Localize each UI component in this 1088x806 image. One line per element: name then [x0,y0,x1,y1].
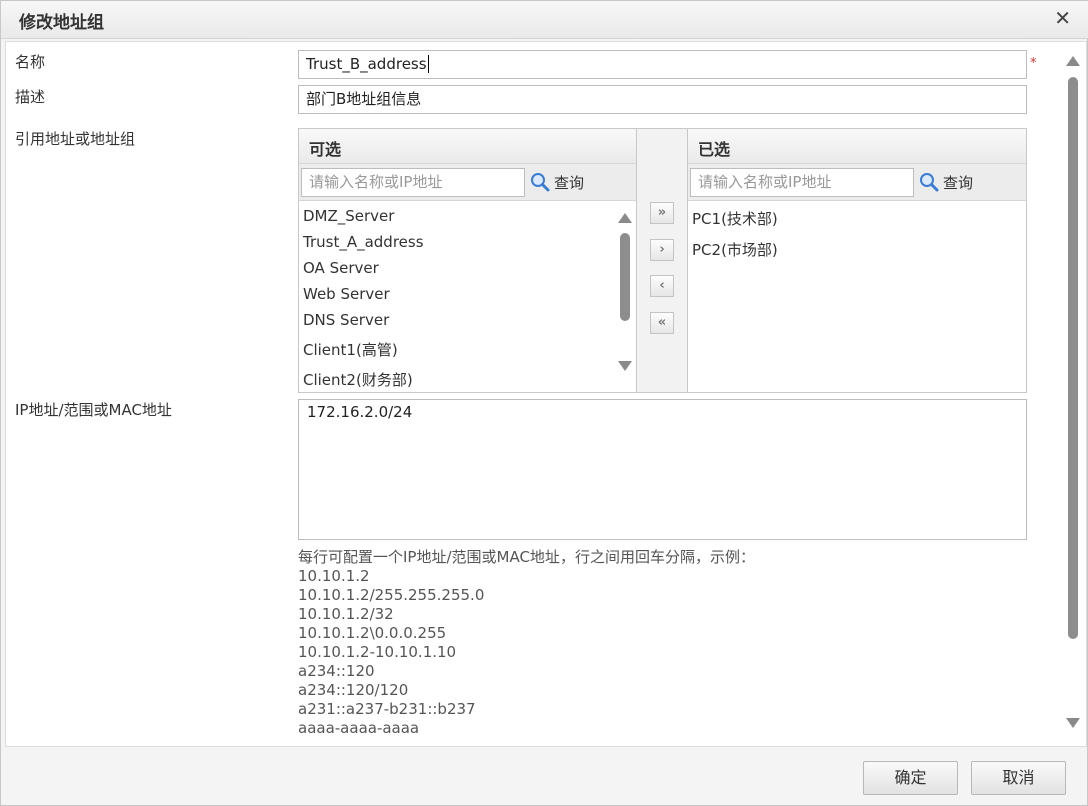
selected-search-button[interactable]: 查询 [919,170,973,194]
selected-panel: 已选 请输入名称或IP地址 查询 PC1(技术部) PC2(市场部) [687,128,1027,393]
description-input-value: 部门B地址组信息 [306,90,422,108]
selected-search-bar: 请输入名称或IP地址 查询 [688,164,1026,201]
selected-panel-header: 已选 [688,129,1026,164]
hint-example: 10.10.1.2/255.255.255.0 [298,586,485,604]
list-item[interactable]: Client2(财务部) [299,365,636,395]
scroll-up-icon[interactable] [1066,56,1080,66]
name-input[interactable]: Trust_B_address [298,50,1027,79]
list-item[interactable]: DNS Server [299,309,636,335]
selected-list: PC1(技术部) PC2(市场部) [688,201,1026,269]
available-panel: 可选 请输入名称或IP地址 查询 DMZ_Server Trust_A_addr… [298,128,637,393]
hint-example: 10.10.1.2\0.0.0.255 [298,624,447,642]
remove-button[interactable]: ‹ [650,275,674,297]
description-input[interactable]: 部门B地址组信息 [298,85,1027,114]
dialog-titlebar: 修改地址组 ✕ [1,1,1088,39]
ip-format-hint: 每行可配置一个IP地址/范围或MAC地址，行之间用回车分隔，示例： 10.10.… [298,548,755,738]
form-scrollbar[interactable] [1066,56,1080,738]
available-panel-header: 可选 [299,129,636,164]
ok-button[interactable]: 确定 [863,761,958,795]
list-item[interactable]: PC1(技术部) [688,207,1026,238]
hint-example: aaaa-aaaa-aaaa [298,719,420,737]
add-button[interactable]: › [650,239,674,261]
available-search-bar: 请输入名称或IP地址 查询 [299,164,636,201]
name-label: 名称 [15,53,46,71]
scroll-up-icon[interactable] [618,213,632,223]
list-item[interactable]: Trust_A_address [299,231,636,257]
hint-example: a231::a237-b231::b237 [298,700,476,718]
reference-label: 引用地址或地址组 [15,130,136,148]
scroll-down-icon[interactable] [618,361,632,371]
hint-example: 10.10.1.2-10.10.1.10 [298,643,457,661]
cancel-button[interactable]: 取消 [971,761,1066,795]
available-list-scrollbar[interactable] [618,213,632,385]
available-list: DMZ_Server Trust_A_address OA Server Web… [299,201,636,395]
list-item[interactable]: DMZ_Server [299,205,636,231]
list-item[interactable]: Client1(高管) [299,335,636,365]
ip-label: IP地址/范围或MAC地址 [15,401,172,419]
description-label: 描述 [15,88,46,106]
hint-example: 10.10.1.2 [298,567,370,585]
remove-all-button[interactable]: « [650,312,674,334]
ip-textarea-value: 172.16.2.0/24 [307,403,413,421]
list-item[interactable]: Web Server [299,283,636,309]
form-body: 名称 Trust_B_address * 描述 部门B地址组信息 引用地址或地址… [5,41,1087,747]
required-marker: * [1030,56,1037,71]
scroll-thumb[interactable] [1068,77,1078,639]
selected-search-input[interactable]: 请输入名称或IP地址 [690,168,914,197]
edit-address-group-dialog: 修改地址组 ✕ 名称 Trust_B_address * 描述 部门B地址组信息… [0,0,1088,806]
add-all-button[interactable]: » [650,202,674,224]
text-cursor [427,55,429,73]
scroll-down-icon[interactable] [1066,718,1080,728]
search-icon [920,173,939,192]
hint-example: a234::120/120 [298,681,409,699]
available-search-input[interactable]: 请输入名称或IP地址 [301,168,525,197]
hint-example: 10.10.1.2/32 [298,605,394,623]
close-icon[interactable]: ✕ [1054,6,1071,30]
hint-intro: 每行可配置一个IP地址/范围或MAC地址，行之间用回车分隔，示例： [298,548,755,566]
list-item[interactable]: PC2(市场部) [688,238,1026,269]
hint-example: a234::120 [298,662,375,680]
name-input-value: Trust_B_address [306,55,427,73]
move-buttons-column: » › ‹ « [637,128,687,393]
ip-textarea[interactable]: 172.16.2.0/24 [298,399,1027,540]
dialog-title: 修改地址组 [19,13,104,33]
available-search-button[interactable]: 查询 [530,170,584,194]
list-item[interactable]: OA Server [299,257,636,283]
selected-search-label: 查询 [943,173,974,192]
search-icon [531,173,550,192]
available-search-label: 查询 [554,173,585,192]
scroll-thumb[interactable] [620,233,630,321]
